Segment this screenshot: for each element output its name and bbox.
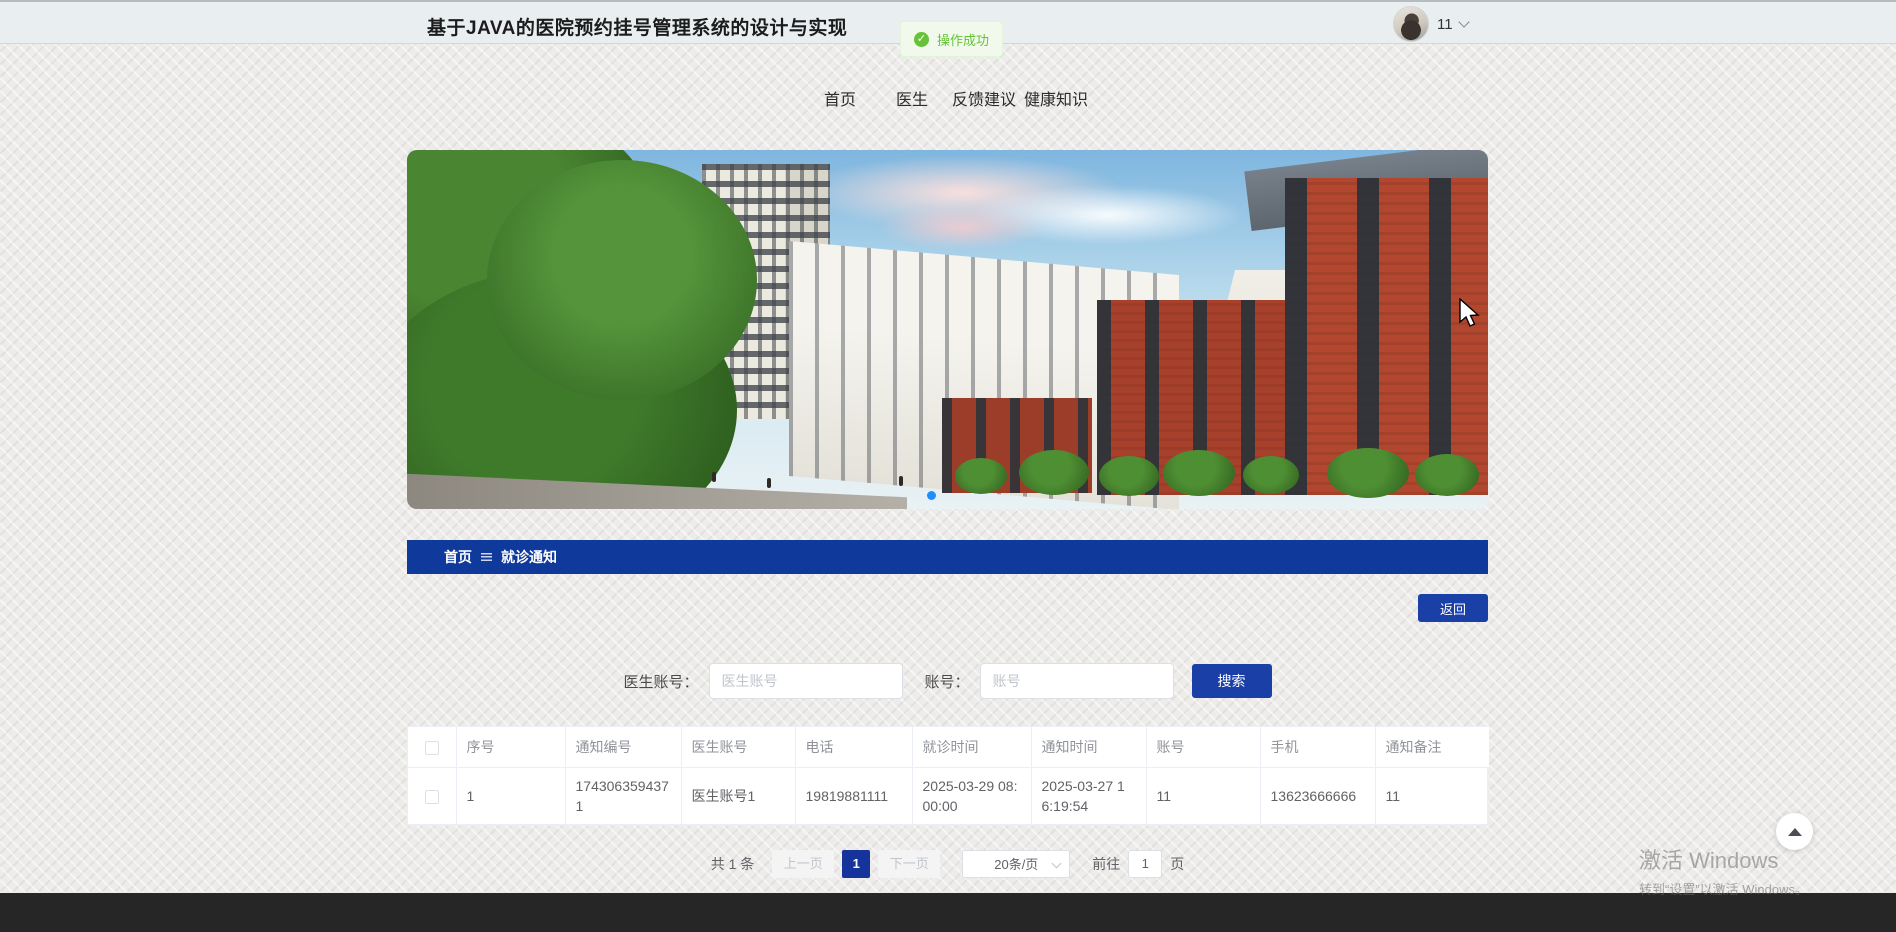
cell-mobile: 13623666666 bbox=[1260, 767, 1375, 824]
search-button[interactable]: 搜索 bbox=[1192, 664, 1272, 698]
col-mobile: 手机 bbox=[1260, 727, 1375, 767]
watermark-line1: 激活 Windows bbox=[1639, 843, 1808, 875]
cell-notice-time: 2025-03-27 16:19:54 bbox=[1031, 767, 1146, 824]
doctor-account-label: 医生账号： bbox=[623, 671, 698, 692]
tree-canopy bbox=[407, 150, 777, 509]
cell-account: 11 bbox=[1146, 767, 1260, 824]
back-button-row: 返回 bbox=[407, 594, 1488, 622]
bush bbox=[1099, 456, 1159, 496]
bush bbox=[955, 458, 1007, 494]
chevron-down-icon bbox=[1458, 16, 1469, 27]
cell-remark: 11 bbox=[1375, 767, 1489, 824]
account-label: 账号： bbox=[925, 671, 970, 692]
doctor-account-input[interactable] bbox=[709, 663, 903, 699]
col-remark: 通知备注 bbox=[1375, 727, 1489, 767]
col-notice-no: 通知编号 bbox=[565, 727, 681, 767]
hero-carousel-image bbox=[407, 150, 1488, 509]
arrow-up-icon bbox=[1788, 828, 1802, 836]
main-nav: 首页 医生 反馈建议 健康知识 bbox=[0, 86, 1896, 110]
page-footer bbox=[0, 893, 1896, 932]
user-menu[interactable]: 11 bbox=[1393, 5, 1468, 43]
carousel-indicator-dot[interactable] bbox=[927, 491, 936, 500]
page-number-1[interactable]: 1 bbox=[842, 850, 870, 878]
chevron-down-icon bbox=[1052, 858, 1062, 868]
select-all-checkbox[interactable] bbox=[425, 741, 439, 755]
table-header-row: 序号 通知编号 医生账号 电话 就诊时间 通知时间 账号 手机 通知备注 bbox=[408, 727, 1489, 767]
next-page-button[interactable]: 下一页 bbox=[878, 850, 940, 878]
bush bbox=[1415, 454, 1479, 496]
col-index: 序号 bbox=[456, 727, 565, 767]
goto-label: 前往 bbox=[1092, 854, 1120, 874]
goto-suffix: 页 bbox=[1170, 854, 1184, 874]
cell-phone: 19819881111 bbox=[795, 767, 912, 824]
account-input[interactable] bbox=[980, 663, 1174, 699]
main-content: 首页 就诊通知 返回 医生账号： 账号： 搜索 序号 通知编号 bbox=[407, 150, 1488, 878]
table-row: 1 1743063594371 医生账号1 19819881111 2025-0… bbox=[408, 767, 1489, 824]
toast-message: 操作成功 bbox=[937, 30, 989, 49]
success-toast: ✓ 操作成功 bbox=[900, 21, 1003, 57]
breadcrumb-separator-icon bbox=[481, 553, 492, 561]
windows-activation-watermark: 激活 Windows 转到“设置”以激活 Windows。 bbox=[1639, 843, 1808, 898]
goto-page-input[interactable] bbox=[1128, 850, 1162, 878]
col-doctor-account: 医生账号 bbox=[681, 727, 795, 767]
search-form: 医生账号： 账号： 搜索 bbox=[407, 663, 1488, 699]
red-building-right bbox=[1285, 178, 1488, 495]
nav-item-doctor[interactable]: 医生 bbox=[876, 86, 948, 110]
bush bbox=[1327, 448, 1409, 498]
cell-index: 1 bbox=[456, 767, 565, 824]
page-size-select[interactable]: 20条/页 bbox=[962, 850, 1070, 878]
col-phone: 电话 bbox=[795, 727, 912, 767]
prev-page-button[interactable]: 上一页 bbox=[772, 850, 834, 878]
pagination-total: 共 1 条 bbox=[711, 854, 755, 874]
col-account: 账号 bbox=[1146, 727, 1260, 767]
nav-item-feedback[interactable]: 反馈建议 bbox=[948, 86, 1020, 110]
breadcrumb: 首页 就诊通知 bbox=[407, 540, 1488, 574]
page-title: 基于JAVA的医院预约挂号管理系统的设计与实现 bbox=[427, 13, 847, 40]
bush bbox=[1163, 450, 1235, 496]
nav-item-home[interactable]: 首页 bbox=[804, 86, 876, 110]
cloud-shape bbox=[877, 205, 1047, 250]
cell-visit-time: 2025-03-29 08:00:00 bbox=[912, 767, 1031, 824]
row-checkbox[interactable] bbox=[425, 790, 439, 804]
cell-doctor-account: 医生账号1 bbox=[681, 767, 795, 824]
breadcrumb-home[interactable]: 首页 bbox=[444, 547, 472, 567]
success-check-icon: ✓ bbox=[914, 32, 929, 47]
back-to-top-button[interactable] bbox=[1776, 813, 1813, 850]
back-button[interactable]: 返回 bbox=[1418, 594, 1488, 622]
user-name: 11 bbox=[1437, 16, 1453, 33]
col-visit-time: 就诊时间 bbox=[912, 727, 1031, 767]
page-size-value: 20条/页 bbox=[994, 854, 1038, 873]
user-avatar[interactable] bbox=[1393, 6, 1429, 42]
bush bbox=[1243, 456, 1299, 494]
cell-notice-no: 1743063594371 bbox=[565, 767, 681, 824]
notice-table: 序号 通知编号 医生账号 电话 就诊时间 通知时间 账号 手机 通知备注 1 1… bbox=[407, 726, 1488, 826]
pagination: 共 1 条 上一页 1 下一页 20条/页 前往 页 bbox=[407, 850, 1488, 878]
nav-item-health[interactable]: 健康知识 bbox=[1020, 86, 1092, 110]
breadcrumb-current: 就诊通知 bbox=[501, 547, 557, 567]
bush bbox=[1019, 450, 1089, 495]
col-notice-time: 通知时间 bbox=[1031, 727, 1146, 767]
